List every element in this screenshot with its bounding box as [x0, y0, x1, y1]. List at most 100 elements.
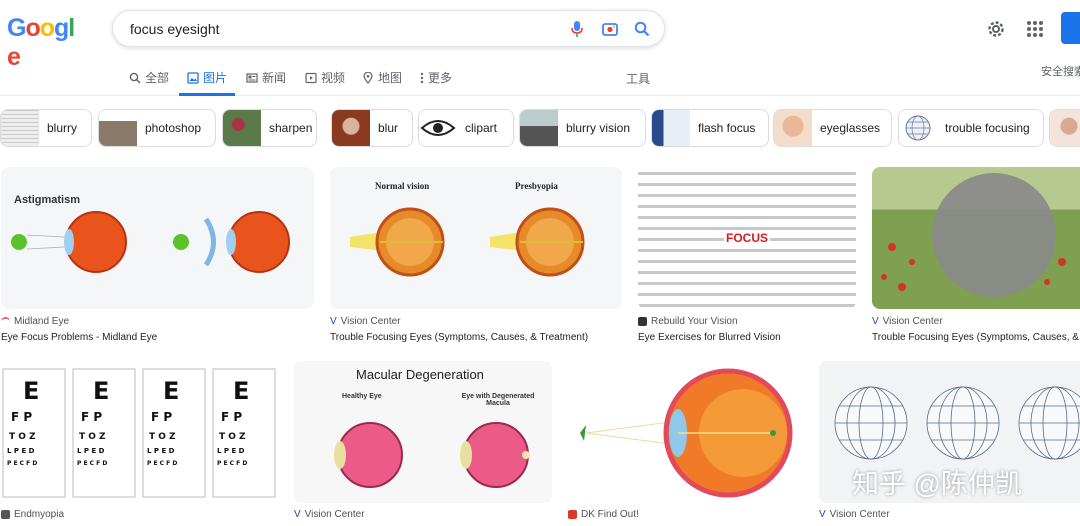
eye-clipart-icon [420, 120, 456, 136]
svg-text:F P: F P [11, 410, 32, 424]
chip-label: photoshop [145, 121, 202, 135]
result-source[interactable]: V Vision Center [294, 509, 365, 520]
chip-flash-focus[interactable]: flash focus [651, 109, 769, 147]
result-title[interactable]: Eye Exercises for Blurred Vision [638, 332, 781, 343]
svg-text:F P: F P [81, 410, 102, 424]
tab-more[interactable]: 更多 [420, 69, 452, 86]
svg-text:E: E [233, 377, 249, 405]
source-name: Midland Eye [14, 316, 70, 327]
result-source[interactable]: V Vision Center [330, 316, 401, 327]
tools-button[interactable]: 工具 [626, 70, 650, 87]
chip-thumbnail [223, 110, 261, 146]
source-favicon [568, 510, 577, 519]
svg-text:P E C F D: P E C F D [147, 460, 177, 467]
chip-blur[interactable]: blur [331, 109, 413, 147]
search-input[interactable]: focus eyesight [130, 21, 220, 37]
result-thumbnail[interactable]: FOCUS [638, 167, 856, 309]
tab-label: 图片 [203, 71, 228, 85]
logo-letter: G [7, 14, 26, 42]
result-thumbnail[interactable]: Macular Degeneration Healthy Eye Eye wit… [294, 361, 552, 503]
safesearch-button[interactable]: 安全搜索 [1041, 63, 1080, 79]
svg-text:E: E [23, 377, 39, 405]
image-result[interactable]: FOCUS Rebuild Your Vision Eye Exercises … [638, 167, 856, 347]
image-result[interactable]: V Vision Center Trouble Focusing Eyes (S… [872, 167, 1080, 347]
tab-news[interactable]: 新闻 [246, 69, 286, 86]
image-result[interactable]: E F P T O Z L P E D P E C F D E F P T O Z L P E… [1, 361, 278, 524]
svg-text:T O Z: T O Z [79, 432, 106, 442]
chip-sharpen[interactable]: sharpen [222, 109, 317, 147]
logo-letter: o [25, 14, 40, 42]
result-source[interactable]: Endmyopia [1, 509, 64, 520]
tab-label: 全部 [145, 71, 170, 85]
chip-label: eyeglasses [820, 121, 881, 135]
chip-trouble-focusing[interactable]: trouble focusing [898, 109, 1044, 147]
result-thumbnail[interactable] [872, 167, 1080, 309]
result-source[interactable]: DK Find Out! [568, 509, 639, 520]
chip-thumbnail [419, 110, 457, 146]
svg-text:E: E [93, 377, 109, 405]
image-icon [187, 71, 199, 84]
search-icon [129, 72, 141, 84]
source-name: Vision Center [829, 509, 890, 520]
microphone-icon[interactable] [568, 20, 586, 38]
tab-maps[interactable]: 地图 [362, 69, 402, 86]
chip-eyeglasses[interactable]: eyeglasses [773, 109, 892, 147]
grid-sphere-icon [905, 115, 931, 141]
result-title[interactable]: Eye Focus Problems - Midland Eye [1, 332, 157, 343]
source-name: Endmyopia [14, 509, 65, 520]
blurred-field-photo [881, 173, 1066, 297]
result-thumbnail[interactable]: Normal vision Presbyopia [330, 167, 622, 309]
svg-text:L P E D: L P E D [147, 447, 175, 455]
search-box[interactable]: focus eyesight [112, 10, 665, 47]
image-result[interactable]: Macular Degeneration Healthy Eye Eye wit… [294, 361, 552, 524]
tab-videos[interactable]: 视频 [305, 69, 345, 86]
search-tabs: 全部 图片 新闻 视频 地图 更多 [0, 60, 1080, 96]
result-source[interactable]: Midland Eye [1, 316, 69, 327]
result-title[interactable]: Trouble Focusing Eyes (Symptoms, Causes,… [330, 332, 588, 343]
vision-center-favicon: V [819, 509, 826, 520]
chip-label: clipart [465, 121, 498, 135]
svg-text:L P E D: L P E D [77, 447, 105, 455]
tab-all[interactable]: 全部 [129, 69, 169, 86]
chip-thumbnail [1050, 110, 1080, 146]
image-result[interactable]: Normal vision Presbyopia V Vision Center… [330, 167, 622, 347]
result-source[interactable]: Rebuild Your Vision [638, 316, 738, 327]
chip-label: blurry vision [566, 121, 631, 135]
image-result[interactable]: Astigmatism Midland Eye Eye Focus Proble… [1, 167, 314, 347]
gear-icon[interactable] [985, 18, 1007, 40]
chip-label: sharpen [269, 121, 313, 135]
camera-lens-icon[interactable] [601, 20, 619, 38]
more-dots-icon [420, 72, 424, 83]
result-source[interactable]: V Vision Center [872, 316, 943, 327]
vision-center-favicon: V [330, 316, 337, 327]
chip-blurry-vision[interactable]: blurry vision [519, 109, 646, 147]
result-source[interactable]: V Vision Center [819, 509, 890, 520]
svg-text:L P E D: L P E D [217, 447, 245, 455]
source-favicon [1, 317, 10, 326]
chip-label: blur [378, 121, 399, 135]
sign-in-button[interactable] [1061, 12, 1080, 44]
logo-letter: o [39, 14, 55, 42]
chip-thumbnail [774, 110, 812, 146]
chip-thumbnail [1, 110, 39, 146]
google-logo[interactable]: Google [7, 14, 75, 71]
tab-images[interactable]: 图片 [187, 69, 227, 86]
chip-blurry[interactable]: blurry [0, 109, 92, 147]
vision-center-favicon: V [294, 509, 301, 520]
result-title[interactable]: Trouble Focusing Eyes (Symptoms, Causes,… [872, 332, 1080, 343]
image-result[interactable]: DK Find Out! [568, 361, 803, 524]
result-thumbnail[interactable]: Astigmatism [1, 167, 314, 309]
chip-photoshop[interactable]: photoshop [98, 109, 216, 147]
eye-chart-image: E F P T O Z L P E D P E C F D E F P T O Z L P E… [2, 368, 276, 498]
chip-next-partial[interactable] [1049, 109, 1080, 147]
source-name: Vision Center [882, 316, 943, 327]
apps-grid-icon[interactable] [1025, 19, 1045, 39]
result-thumbnail[interactable] [568, 361, 803, 503]
chip-clipart[interactable]: clipart [418, 109, 514, 147]
result-thumbnail[interactable]: E F P T O Z L P E D P E C F D E F P T O Z L P E… [1, 361, 278, 503]
svg-text:T O Z: T O Z [219, 432, 246, 442]
logo-letter: g [54, 14, 69, 42]
chip-label: blurry [47, 121, 78, 135]
svg-text:L P E D: L P E D [7, 447, 35, 455]
search-icon[interactable] [633, 20, 651, 38]
